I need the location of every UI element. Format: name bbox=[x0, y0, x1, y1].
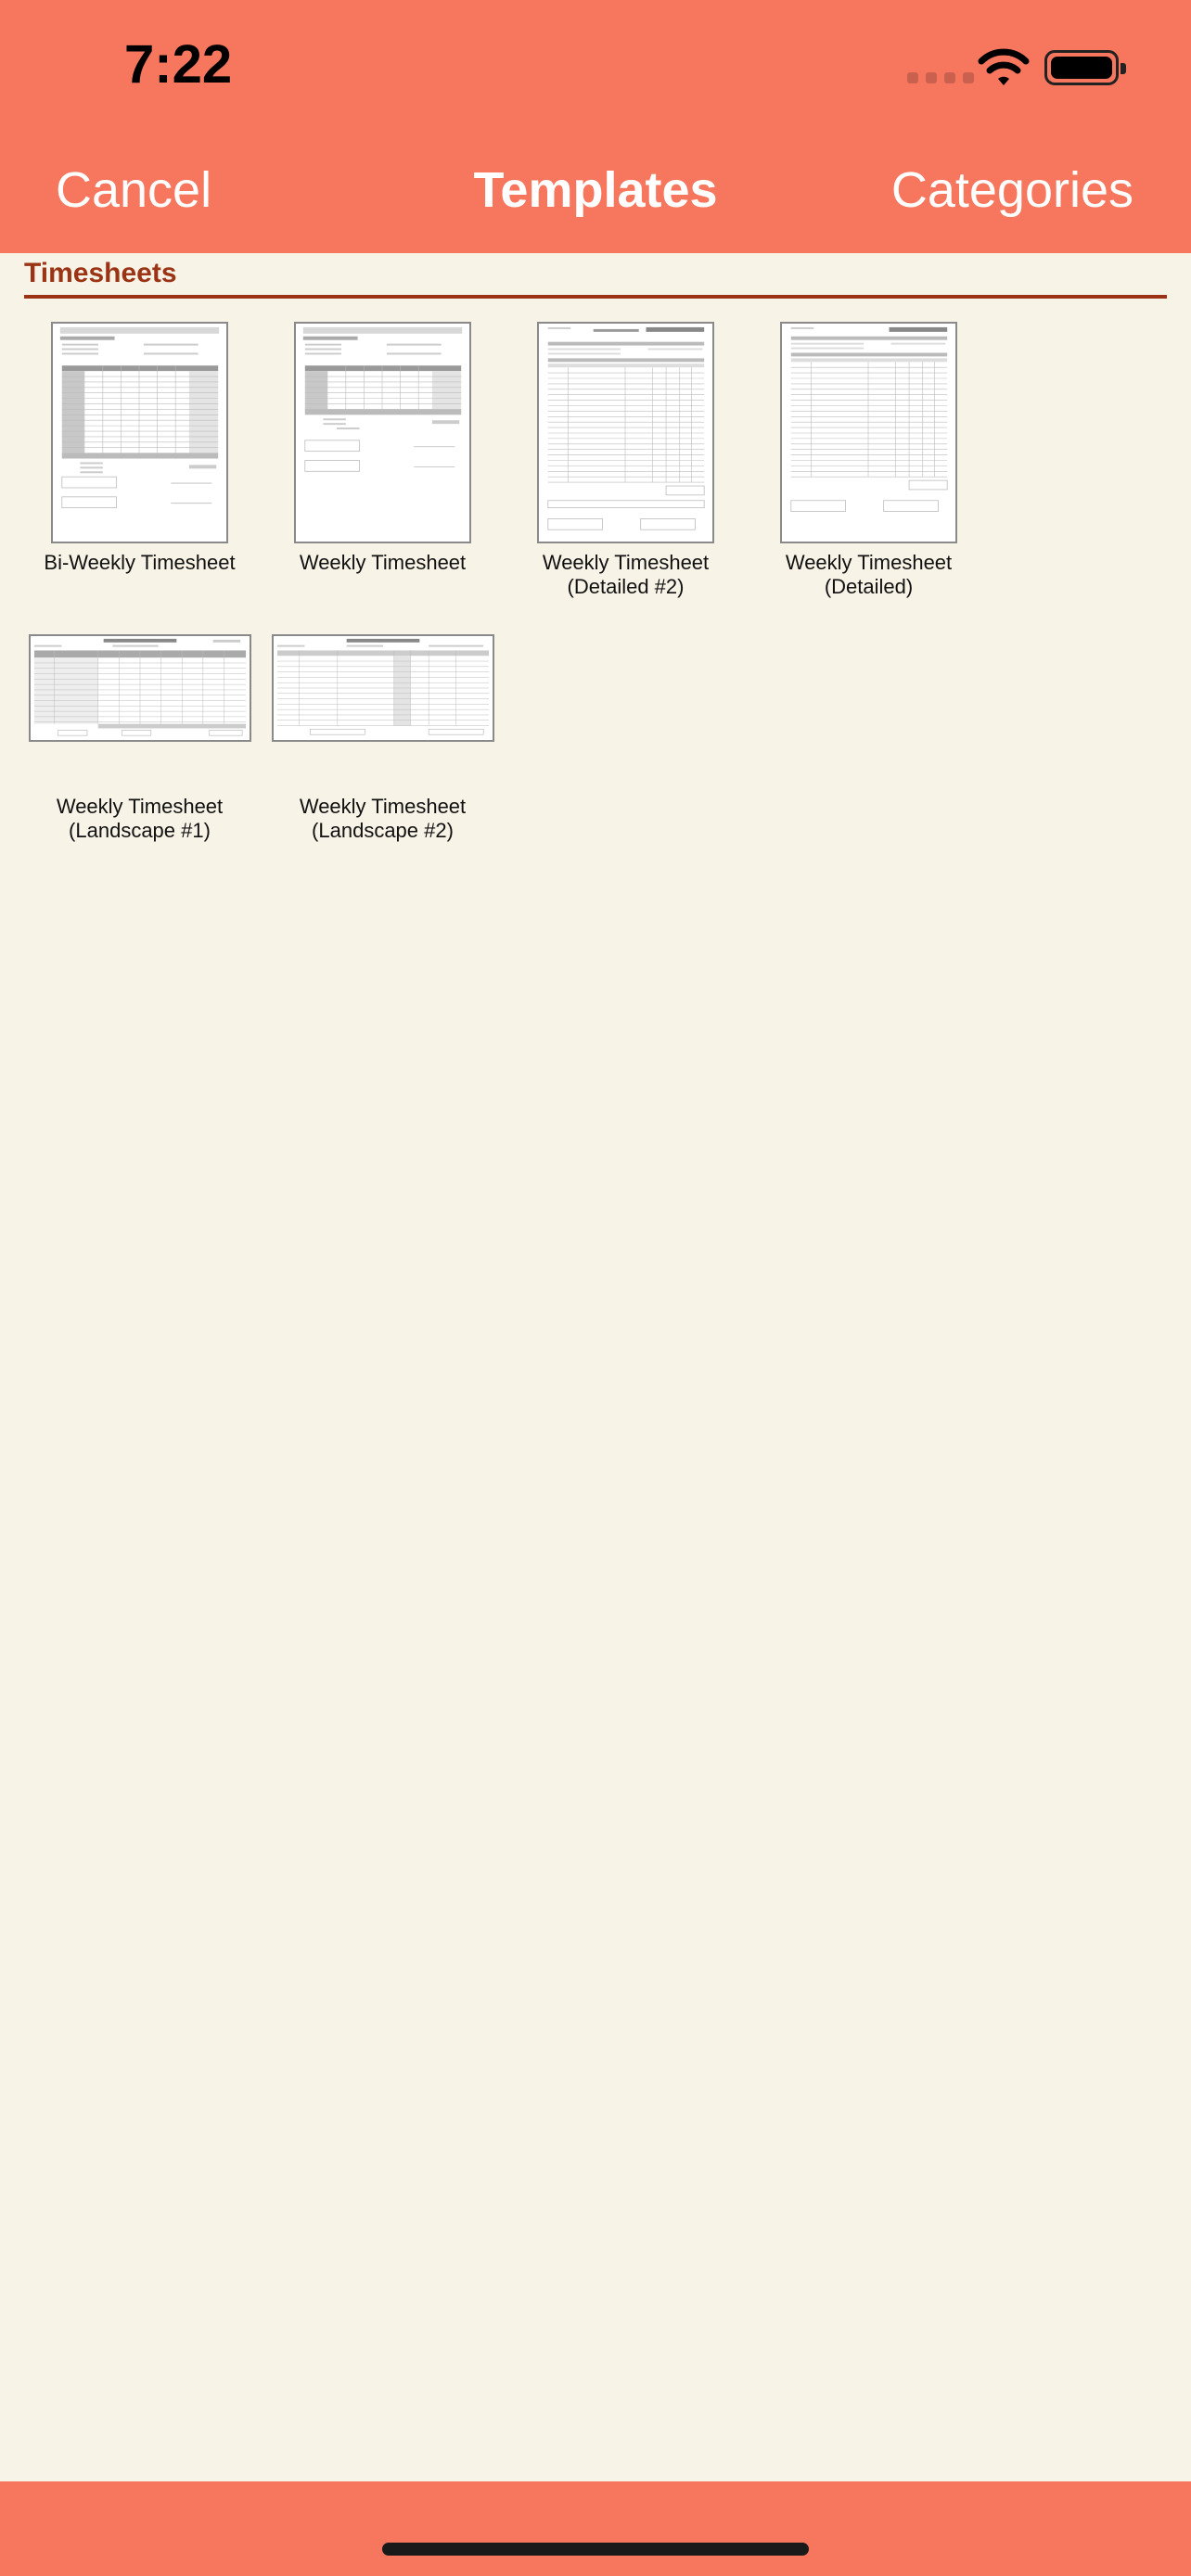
battery-icon bbox=[1044, 50, 1126, 85]
section-title: Timesheets bbox=[24, 258, 177, 288]
template-thumbnail[interactable] bbox=[294, 322, 471, 543]
section-divider bbox=[24, 295, 1167, 299]
template-label: Weekly Timesheet (Detailed) bbox=[785, 551, 953, 598]
cellular-signal-icon bbox=[907, 72, 974, 83]
template-thumbnail[interactable] bbox=[272, 634, 494, 742]
bottom-toolbar bbox=[0, 2481, 1191, 2576]
template-label: Bi-Weekly Timesheet bbox=[44, 551, 236, 574]
top-bar: 7:22 Cancel Templates Categories bbox=[0, 0, 1191, 253]
home-indicator[interactable] bbox=[382, 2543, 809, 2556]
template-label: Weekly Timesheet (Landscape #1) bbox=[56, 795, 224, 842]
template-thumbnail[interactable] bbox=[51, 322, 228, 543]
cancel-button[interactable]: Cancel bbox=[56, 161, 211, 219]
status-time: 7:22 bbox=[124, 34, 233, 95]
template-thumbnail[interactable] bbox=[29, 634, 251, 742]
categories-button[interactable]: Categories bbox=[891, 161, 1133, 219]
wifi-icon bbox=[978, 48, 1030, 85]
template-thumbnail[interactable] bbox=[537, 322, 714, 543]
template-label: Weekly Timesheet (Detailed #2) bbox=[542, 551, 710, 598]
template-thumbnail[interactable] bbox=[780, 322, 957, 543]
template-label: Weekly Timesheet (Landscape #2) bbox=[299, 795, 467, 842]
template-label: Weekly Timesheet bbox=[299, 551, 467, 574]
